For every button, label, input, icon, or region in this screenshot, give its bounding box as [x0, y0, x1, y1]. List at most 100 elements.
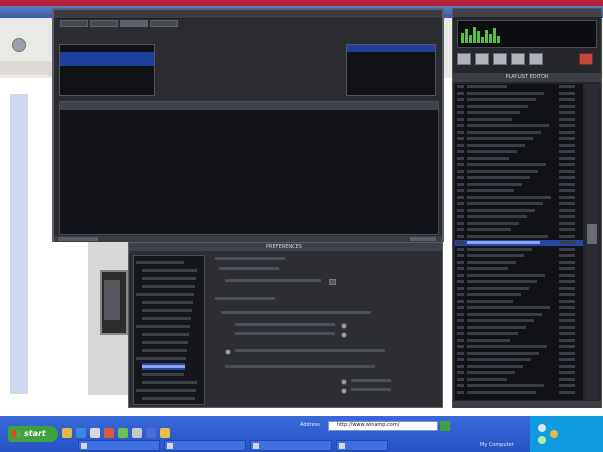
tree-item[interactable] [142, 307, 192, 314]
previous-button[interactable] [457, 53, 471, 65]
playlist-item[interactable] [455, 208, 583, 214]
browser-icon[interactable] [76, 428, 86, 438]
pause-button[interactable] [493, 53, 507, 65]
app-icon[interactable] [160, 428, 170, 438]
playlist-item[interactable] [455, 377, 583, 383]
playlist-item[interactable] [455, 104, 583, 110]
option-radio[interactable] [341, 379, 347, 385]
visualizer[interactable] [461, 25, 501, 43]
playlist-item[interactable] [455, 136, 583, 142]
tree-item[interactable] [142, 395, 195, 402]
media-library-titlebar[interactable] [54, 10, 442, 19]
option-radio[interactable] [341, 323, 347, 329]
playlist-item[interactable] [455, 318, 583, 324]
playlist-item[interactable] [455, 130, 583, 136]
playlist-item[interactable] [455, 97, 583, 103]
tree-item[interactable] [142, 299, 193, 306]
tree-item[interactable] [142, 283, 195, 290]
close-library-button[interactable] [410, 237, 436, 241]
tree-item[interactable] [142, 267, 197, 274]
album-list-item-selected[interactable] [347, 45, 435, 52]
playlist-item[interactable] [455, 266, 583, 272]
app-icon[interactable] [104, 428, 114, 438]
volume-icon[interactable] [550, 430, 558, 438]
playlist-item[interactable] [455, 273, 583, 279]
go-button[interactable] [440, 421, 450, 431]
playlist-item[interactable] [455, 110, 583, 116]
playlist-header[interactable]: PLAYLIST EDITOR [453, 73, 601, 82]
playlist-item[interactable] [455, 123, 583, 129]
tree-item[interactable] [142, 339, 188, 346]
network-icon[interactable] [538, 424, 546, 432]
playlist-item[interactable] [455, 169, 583, 175]
tree-item-selected[interactable] [142, 363, 185, 370]
table-row[interactable] [60, 121, 438, 127]
back-button[interactable] [12, 38, 26, 52]
eject-button[interactable] [579, 53, 593, 65]
folder-icon[interactable] [62, 428, 72, 438]
genre-list-item-selected[interactable] [60, 59, 154, 66]
playlist-scrollbar[interactable] [585, 84, 599, 400]
player-titlebar[interactable] [453, 9, 601, 17]
playlist-item[interactable] [455, 143, 583, 149]
playlist-item[interactable] [455, 357, 583, 363]
task-button[interactable] [336, 440, 388, 451]
playlist-item[interactable] [455, 331, 583, 337]
playlist-item[interactable] [455, 344, 583, 350]
playlist-item[interactable] [455, 338, 583, 344]
genre-list-item-selected[interactable] [60, 52, 154, 59]
playlist-item[interactable] [455, 84, 583, 90]
playlist-item[interactable] [455, 188, 583, 194]
task-button[interactable] [250, 440, 332, 451]
genre-list-item[interactable] [60, 45, 154, 52]
option-radio[interactable] [341, 388, 347, 394]
my-computer-label[interactable]: My Computer [480, 442, 514, 449]
tree-item[interactable] [142, 379, 197, 386]
playlist-item[interactable] [455, 156, 583, 162]
play-button[interactable] [475, 53, 489, 65]
browser-menubar[interactable] [0, 19, 60, 31]
app-icon[interactable] [118, 428, 128, 438]
app-icon[interactable] [146, 428, 156, 438]
tree-item[interactable] [136, 323, 190, 330]
tree-item[interactable] [142, 331, 189, 338]
album-list-item[interactable] [347, 52, 435, 59]
playlist-item[interactable] [455, 182, 583, 188]
tree-item[interactable] [142, 371, 184, 378]
playlist-item[interactable] [455, 149, 583, 155]
preferences-titlebar[interactable]: PREFERENCES [129, 243, 442, 251]
playlist-item[interactable] [455, 247, 583, 253]
playlist-scroll-thumb[interactable] [587, 224, 597, 244]
start-button[interactable]: start [8, 426, 58, 442]
playlist-item[interactable] [455, 286, 583, 292]
table-row[interactable] [60, 128, 438, 134]
tree-item[interactable] [136, 355, 186, 362]
option-radio[interactable] [341, 332, 347, 338]
stop-button[interactable] [511, 53, 525, 65]
playlist-item[interactable] [455, 325, 583, 331]
task-button[interactable] [78, 440, 160, 451]
table-row[interactable] [60, 135, 438, 141]
playlist-item[interactable] [455, 312, 583, 318]
playlist-item[interactable] [455, 390, 583, 396]
app-icon[interactable] [132, 428, 142, 438]
table-row[interactable] [60, 114, 438, 120]
playlist-item-selected[interactable] [455, 240, 583, 246]
playlist-item[interactable] [455, 162, 583, 168]
table-row[interactable] [60, 163, 438, 169]
tab-4[interactable] [150, 20, 178, 27]
playlist[interactable] [455, 84, 583, 400]
playlist-item[interactable] [455, 364, 583, 370]
playlist-item[interactable] [455, 91, 583, 97]
setting-checkbox[interactable] [329, 279, 336, 285]
tab-3[interactable] [120, 20, 148, 27]
playlist-item[interactable] [455, 292, 583, 298]
playlist-item[interactable] [455, 305, 583, 311]
preferences-tree[interactable] [133, 255, 205, 405]
playlist-item[interactable] [455, 383, 583, 389]
task-button[interactable] [164, 440, 246, 451]
playlist-item[interactable] [455, 195, 583, 201]
address-input[interactable]: http://www.winamp.com/ [328, 421, 438, 431]
tree-item[interactable] [136, 259, 184, 266]
tree-item[interactable] [136, 387, 196, 394]
